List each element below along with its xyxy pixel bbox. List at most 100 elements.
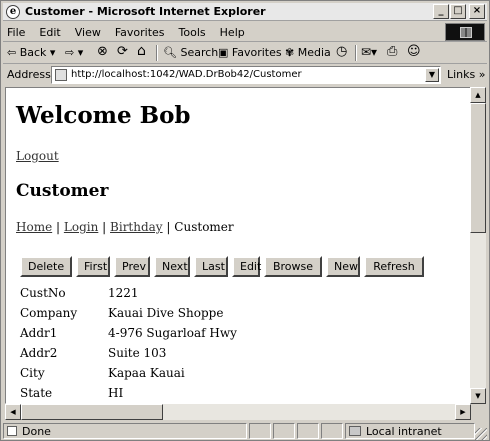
status-pane-empty [249, 423, 271, 439]
status-pane-empty [297, 423, 319, 439]
field-label: CustNo [20, 286, 66, 300]
media-button[interactable]: ✾ Media [285, 46, 331, 59]
history-icon[interactable]: ◷ [336, 44, 347, 59]
field-row-company: Company Kauai Dive Shoppe [20, 306, 237, 326]
chevron-down-icon[interactable]: ▼ [425, 68, 439, 82]
intranet-zone-icon [349, 426, 361, 436]
windows-logo-icon [445, 23, 485, 41]
browse-button[interactable]: Browse [264, 256, 322, 277]
page-title: Welcome Bob [16, 102, 191, 129]
field-value: Kauai Dive Shoppe [108, 306, 224, 320]
new-button[interactable]: New [326, 256, 360, 277]
stop-icon[interactable]: ⊗ [97, 44, 108, 59]
breadcrumb-login-link[interactable]: Login [64, 220, 98, 234]
close-button[interactable]: × [469, 4, 485, 19]
field-value: Kapaa Kauai [108, 366, 185, 380]
favorites-button[interactable]: ▣ Favorites [218, 46, 282, 59]
field-value: 1221 [108, 286, 139, 300]
last-button[interactable]: Last [194, 256, 228, 277]
field-label: State [20, 386, 53, 400]
ie-logo-icon: e [6, 5, 20, 19]
field-label: Addr2 [20, 346, 58, 360]
horizontal-scroll-thumb[interactable] [21, 404, 163, 420]
horizontal-scrollbar[interactable]: ◀ ▶ [5, 404, 471, 420]
window-title: Customer - Microsoft Internet Explorer [25, 5, 266, 18]
field-row-addr1: Addr1 4-976 Sugarloaf Hwy [20, 326, 237, 346]
menu-view[interactable]: View [75, 26, 101, 39]
page-icon [55, 69, 67, 81]
section-title: Customer [16, 181, 109, 201]
mail-icon[interactable]: ✉▾ [361, 45, 377, 59]
menu-file[interactable]: File [7, 26, 25, 39]
breadcrumb-home-link[interactable]: Home [16, 220, 52, 234]
first-button[interactable]: First [76, 256, 110, 277]
status-pane-empty [273, 423, 295, 439]
refresh-icon[interactable]: ⟳ [117, 44, 128, 59]
menu-help[interactable]: Help [220, 26, 245, 39]
field-label: Company [20, 306, 78, 320]
breadcrumb-current: Customer [174, 220, 234, 234]
field-row-state: State HI [20, 386, 237, 403]
back-button[interactable]: ⇦ Back ▾ [7, 46, 55, 59]
security-zone-pane: Local intranet [345, 423, 475, 439]
status-pane-empty [321, 423, 343, 439]
scroll-down-icon[interactable]: ▼ [470, 388, 486, 404]
address-bar: Address http://localhost:1042/WAD.DrBob4… [3, 65, 487, 85]
window-controls: _ □ × [433, 4, 485, 19]
status-text: Done [22, 425, 51, 438]
resize-grip[interactable] [475, 428, 487, 440]
menu-tools[interactable]: Tools [179, 26, 206, 39]
media-icon: ✾ [285, 46, 295, 59]
search-icon: 🔍︎ [163, 46, 177, 59]
vertical-scroll-thumb[interactable] [470, 103, 486, 233]
delete-button[interactable]: Delete [20, 256, 72, 277]
page-content: Welcome Bob Logout Customer Home | Login… [5, 87, 471, 404]
scroll-left-icon[interactable]: ◀ [5, 404, 21, 420]
favorites-icon: ▣ [218, 46, 229, 59]
address-value: http://localhost:1042/WAD.DrBob42/Custom… [71, 69, 302, 80]
messenger-icon[interactable]: ☺ [407, 44, 421, 59]
status-pane: Done [3, 423, 247, 439]
field-row-city: City Kapaa Kauai [20, 366, 237, 386]
field-row-custno: CustNo 1221 [20, 286, 237, 306]
field-value: 4-976 Sugarloaf Hwy [108, 326, 237, 340]
breadcrumb: Home | Login | Birthday | Customer [16, 220, 234, 234]
menu-edit[interactable]: Edit [39, 26, 60, 39]
print-icon[interactable]: ⎙ [387, 44, 397, 59]
breadcrumb-birthday-link[interactable]: Birthday [110, 220, 163, 234]
links-button[interactable]: Links » [447, 68, 485, 81]
vertical-scrollbar[interactable]: ▲ ▼ [470, 87, 486, 404]
scroll-right-icon[interactable]: ▶ [455, 404, 471, 420]
page-done-icon [7, 426, 17, 436]
edit-button[interactable]: Edit [232, 256, 261, 277]
minimize-button[interactable]: _ [433, 4, 449, 19]
maximize-button[interactable]: □ [450, 4, 466, 19]
refresh-button[interactable]: Refresh [364, 256, 424, 277]
prev-button[interactable]: Prev [114, 256, 150, 277]
forward-button[interactable]: ⇨ ▾ [65, 46, 83, 59]
breadcrumb-separator: | [102, 220, 107, 234]
address-label: Address [7, 68, 51, 81]
logout-link[interactable]: Logout [16, 149, 59, 163]
search-button[interactable]: 🔍︎ Search [163, 46, 218, 59]
menu-bar: File Edit View Favorites Tools Help [3, 22, 487, 42]
status-bar: Done Local intranet [3, 422, 487, 440]
home-icon[interactable]: ⌂ [137, 43, 146, 59]
scroll-up-icon[interactable]: ▲ [470, 87, 486, 103]
menu-favorites[interactable]: Favorites [115, 26, 165, 39]
title-bar: e Customer - Microsoft Internet Explorer… [3, 3, 487, 21]
field-value: Suite 103 [108, 346, 167, 360]
customer-record: CustNo 1221 Company Kauai Dive Shoppe Ad… [20, 286, 237, 403]
record-navigation-buttons: Delete First Prev Next Last Edit Browse … [20, 256, 428, 277]
field-label: City [20, 366, 45, 380]
browser-window: e Customer - Microsoft Internet Explorer… [0, 0, 490, 441]
breadcrumb-separator: | [56, 220, 61, 234]
address-input[interactable]: http://localhost:1042/WAD.DrBob42/Custom… [51, 66, 441, 84]
security-zone-text: Local intranet [366, 425, 442, 438]
standard-toolbar: ⇦ Back ▾ ⇨ ▾ ⊗ ⟳ ⌂ 🔍︎ Search ▣ Favorites… [3, 43, 487, 64]
next-button[interactable]: Next [154, 256, 190, 277]
scrollbar-corner [471, 404, 486, 420]
field-label: Addr1 [20, 326, 58, 340]
breadcrumb-separator: | [166, 220, 171, 234]
field-value: HI [108, 386, 124, 400]
